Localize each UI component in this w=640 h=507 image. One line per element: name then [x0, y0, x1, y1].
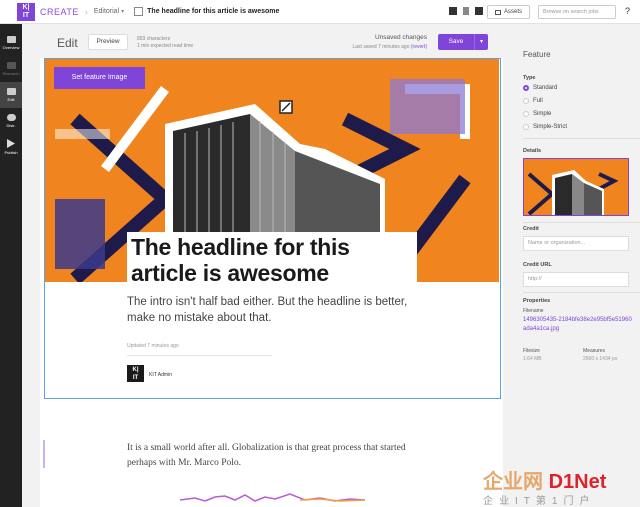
- headline-box[interactable]: The headline for this article is awesome: [127, 232, 417, 290]
- assets-button[interactable]: Assets: [487, 5, 530, 19]
- left-nav: Overview Research Edit Distr. Publish: [0, 24, 22, 507]
- nav-overview[interactable]: Overview: [0, 30, 22, 56]
- credit-input[interactable]: Name or organization...: [523, 236, 629, 251]
- feature-sidebar: Feature Type Standard Full Simple Simple…: [510, 24, 640, 507]
- character-count: 893 characters: [137, 36, 171, 42]
- type-option-simple-strict[interactable]: Simple-Strict: [523, 124, 567, 130]
- play-icon: [7, 139, 15, 148]
- article-headline[interactable]: The headline for this article is awesome: [131, 234, 413, 286]
- search-input[interactable]: Browse on search jobs: [538, 5, 616, 19]
- app-logo[interactable]: K| IT: [17, 2, 35, 21]
- pencil-icon: [6, 88, 16, 95]
- grid-icon[interactable]: [475, 7, 483, 15]
- credit-url-label: Credit URL: [523, 262, 552, 268]
- document-icon: [134, 7, 144, 16]
- editor-header: Edit Preview 893 characters 1 min expect…: [40, 24, 503, 58]
- nav-research[interactable]: Research: [0, 56, 22, 82]
- nav-label: Edit: [7, 97, 15, 102]
- article-card[interactable]: Set feature Image The headline for this …: [44, 58, 501, 399]
- sidebar-title: Feature: [523, 50, 551, 59]
- chart-embed-preview[interactable]: [180, 492, 365, 506]
- details-label: Details: [523, 148, 542, 154]
- logo-text-bottom: IT: [22, 11, 30, 19]
- nav-label: Distr.: [6, 123, 16, 128]
- type-option-label: Simple: [533, 111, 552, 117]
- article-intro[interactable]: The intro isn't half bad either. But the…: [127, 295, 427, 326]
- nav-distr[interactable]: Distr.: [0, 108, 22, 134]
- author-name: KIT Admin: [149, 372, 172, 378]
- filesize-value: 1.64 MB: [523, 356, 542, 362]
- cloud-icon: [6, 114, 16, 121]
- save-button[interactable]: Save ▾: [438, 34, 488, 50]
- flask-icon: [6, 62, 16, 69]
- right-gutter: [503, 24, 510, 507]
- breadcrumb-section[interactable]: Editorial: [94, 8, 119, 15]
- last-saved: Last saved 7 minutes ago (revert): [353, 44, 428, 50]
- author-avatar: K| IT: [127, 365, 144, 382]
- feature-thumbnail[interactable]: [523, 158, 629, 216]
- radio-icon: [523, 124, 529, 130]
- save-label: Save: [448, 38, 464, 45]
- last-saved-text: Last saved 7 minutes ago: [352, 44, 410, 50]
- type-option-label: Simple-Strict: [533, 124, 568, 130]
- radio-icon: [523, 111, 529, 117]
- type-option-label: Full: [533, 98, 543, 104]
- revert-link[interactable]: (revert): [411, 44, 427, 50]
- divider: [523, 292, 640, 293]
- type-option-full[interactable]: Full: [523, 98, 543, 104]
- radio-icon: [523, 98, 529, 104]
- avatar-text-bottom: IT: [132, 374, 139, 381]
- file-icon[interactable]: [463, 7, 469, 15]
- preview-button[interactable]: Preview: [88, 34, 128, 50]
- divider: [127, 355, 272, 356]
- top-bar: K| IT CREATE › Editorial ▾ The headline …: [0, 0, 640, 24]
- measures-value: 2560 x 1434 px: [583, 356, 618, 362]
- measures-label: Measures: [583, 348, 605, 354]
- nav-label: Publish: [4, 150, 18, 155]
- eye-icon: [6, 36, 16, 43]
- divider: [523, 138, 640, 139]
- nav-label: Overview: [2, 45, 20, 50]
- updated-timestamp: Updated 7 minutes ago: [127, 343, 179, 349]
- set-feature-image-button[interactable]: Set feature Image: [54, 67, 145, 89]
- logo-text-top: K|: [22, 3, 30, 11]
- assets-icon: [494, 9, 501, 15]
- chevron-down-icon[interactable]: ▾: [474, 34, 488, 50]
- breadcrumb-separator-icon: ›: [84, 6, 88, 17]
- filesize-label: Filesize: [523, 348, 540, 354]
- credit-label: Credit: [523, 226, 539, 232]
- type-option-simple[interactable]: Simple: [523, 111, 551, 117]
- help-icon[interactable]: ?: [622, 6, 633, 17]
- paragraph-marker: [43, 440, 45, 468]
- avatar-text-top: K|: [132, 366, 139, 373]
- properties-label: Properties: [523, 298, 551, 304]
- type-label: Type: [523, 75, 536, 81]
- type-option-label: Standard: [533, 85, 558, 91]
- nav-edit[interactable]: Edit: [0, 82, 22, 108]
- save-status: Unsaved changes: [374, 34, 427, 41]
- page-title: Edit: [57, 36, 78, 50]
- document-title: The headline for this article is awesome: [147, 8, 280, 15]
- chevron-down-icon[interactable]: ▾: [121, 8, 124, 15]
- type-option-standard[interactable]: Standard: [523, 85, 557, 91]
- filename-label: Filename: [523, 308, 544, 314]
- app-name[interactable]: CREATE: [40, 7, 79, 17]
- image-icon[interactable]: [449, 7, 457, 15]
- credit-url-input[interactable]: http://: [523, 272, 629, 287]
- assets-label: Assets: [503, 9, 522, 15]
- left-gutter: [22, 24, 40, 507]
- radio-selected-icon: [523, 85, 529, 91]
- nav-label: Research: [2, 71, 20, 76]
- nav-publish[interactable]: Publish: [0, 134, 22, 160]
- read-time: 1 min expected read time: [137, 43, 194, 49]
- thumbnail-art: [524, 159, 628, 215]
- filename-link[interactable]: 1496305435-2184bfe38e2e95bf5e51960ada4a1…: [523, 316, 633, 334]
- article-body[interactable]: It is a small world after all. Globaliza…: [127, 441, 427, 471]
- divider: [523, 222, 640, 223]
